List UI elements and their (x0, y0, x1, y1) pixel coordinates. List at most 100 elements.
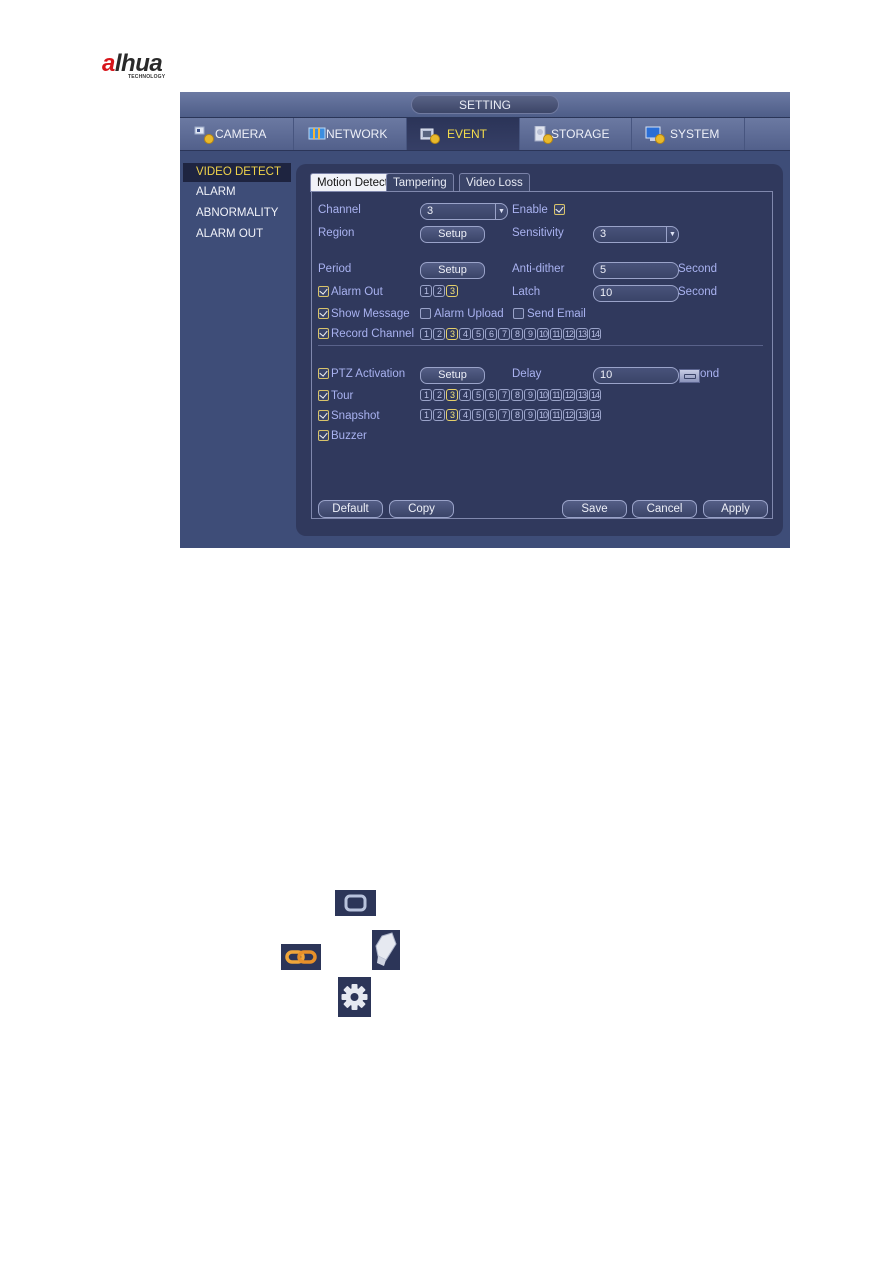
channel-select[interactable]: 3 ▼ (420, 203, 508, 220)
cancel-button[interactable]: Cancel (632, 500, 697, 518)
snapshot-channel-6[interactable]: 6 (485, 409, 497, 421)
subtab-tampering[interactable]: Tampering (386, 173, 454, 191)
subtab-video-loss[interactable]: Video Loss (459, 173, 530, 191)
record-channel-channel-5[interactable]: 5 (472, 328, 484, 340)
tour-channel-10[interactable]: 10 (537, 389, 549, 401)
default-button[interactable]: Default (318, 500, 383, 518)
record-channel-channel-12[interactable]: 12 (563, 328, 575, 340)
alarm-upload-checkbox[interactable] (420, 308, 431, 319)
snapshot-channel-4[interactable]: 4 (459, 409, 471, 421)
alarm-out-channel-1[interactable]: 1 (420, 285, 432, 297)
tour-channel-1[interactable]: 1 (420, 389, 432, 401)
alarm-upload-label: Alarm Upload (434, 308, 504, 320)
snapshot-channel-14[interactable]: 14 (589, 409, 601, 421)
record-channel-channels: 1 2 3 4 5 6 7 8 9 10 11 12 13 14 (420, 328, 601, 340)
snapshot-channel-13[interactable]: 13 (576, 409, 588, 421)
section-divider (318, 345, 763, 346)
ptz-activation-checkbox[interactable] (318, 368, 329, 379)
gear-icon (338, 977, 371, 1017)
buzzer-checkbox[interactable] (318, 430, 329, 441)
event-icon (420, 126, 440, 144)
alarm-out-channel-3[interactable]: 3 (446, 285, 458, 297)
save-button[interactable]: Save (562, 500, 627, 518)
record-channel-channel-1[interactable]: 1 (420, 328, 432, 340)
buzzer-label: Buzzer (331, 430, 367, 442)
snapshot-checkbox[interactable] (318, 410, 329, 421)
apply-button[interactable]: Apply (703, 500, 768, 518)
record-channel-channel-2[interactable]: 2 (433, 328, 445, 340)
tour-channel-7[interactable]: 7 (498, 389, 510, 401)
tab-camera-label: CAMERA (215, 127, 267, 141)
anti-dither-input[interactable]: 5 (593, 262, 679, 279)
logo-tagline: TECHNOLOGY (128, 74, 166, 80)
snapshot-channel-1[interactable]: 1 (420, 409, 432, 421)
send-email-label: Send Email (527, 308, 586, 320)
tour-channel-3[interactable]: 3 (446, 389, 458, 401)
setting-window: SETTING CAMERA NETWORK EVENT STORAGE SYS… (180, 92, 790, 548)
tab-network[interactable]: NETWORK (294, 118, 407, 150)
record-channel-channel-10[interactable]: 10 (537, 328, 549, 340)
alarm-out-checkbox[interactable] (318, 286, 329, 297)
delay-input[interactable]: 10 (593, 367, 679, 384)
tab-camera[interactable]: CAMERA (180, 118, 294, 150)
tab-storage-label: STORAGE (551, 127, 610, 141)
period-setup-button[interactable]: Setup (420, 262, 485, 279)
snapshot-channel-2[interactable]: 2 (433, 409, 445, 421)
tour-channel-4[interactable]: 4 (459, 389, 471, 401)
chevron-down-icon: ▼ (495, 204, 507, 219)
main-tabs: CAMERA NETWORK EVENT STORAGE SYSTEM (180, 118, 790, 151)
enable-checkbox[interactable] (554, 204, 565, 215)
show-message-checkbox[interactable] (318, 308, 329, 319)
delay-value: 10 (600, 369, 613, 381)
region-label: Region (318, 227, 355, 239)
region-setup-button[interactable]: Setup (420, 226, 485, 243)
snapshot-channel-3[interactable]: 3 (446, 409, 458, 421)
tab-system[interactable]: SYSTEM (632, 118, 745, 150)
alarm-out-channel-2[interactable]: 2 (433, 285, 445, 297)
record-channel-checkbox[interactable] (318, 328, 329, 339)
snapshot-channel-8[interactable]: 8 (511, 409, 523, 421)
snapshot-channel-9[interactable]: 9 (524, 409, 536, 421)
snapshot-channel-10[interactable]: 10 (537, 409, 549, 421)
record-channel-channel-6[interactable]: 6 (485, 328, 497, 340)
send-email-checkbox[interactable] (513, 308, 524, 319)
snapshot-channels: 1 2 3 4 5 6 7 8 9 10 11 12 13 14 (420, 409, 601, 421)
tour-channel-5[interactable]: 5 (472, 389, 484, 401)
tour-channel-8[interactable]: 8 (511, 389, 523, 401)
channel-value: 3 (427, 205, 434, 217)
tour-channel-9[interactable]: 9 (524, 389, 536, 401)
record-channel-channel-8[interactable]: 8 (511, 328, 523, 340)
tour-checkbox[interactable] (318, 390, 329, 401)
record-channel-channel-13[interactable]: 13 (576, 328, 588, 340)
tour-channel-6[interactable]: 6 (485, 389, 497, 401)
sensitivity-select[interactable]: 3 ▼ (593, 226, 679, 243)
tour-channel-12[interactable]: 12 (563, 389, 575, 401)
snapshot-channel-12[interactable]: 12 (563, 409, 575, 421)
record-channel-channel-4[interactable]: 4 (459, 328, 471, 340)
record-channel-channel-3[interactable]: 3 (446, 328, 458, 340)
record-channel-channel-14[interactable]: 14 (589, 328, 601, 340)
sidebar-item-alarm-out[interactable]: ALARM OUT (183, 225, 291, 244)
tab-event[interactable]: EVENT (407, 118, 520, 150)
tour-channel-14[interactable]: 14 (589, 389, 601, 401)
snapshot-channel-11[interactable]: 11 (550, 409, 562, 421)
sidebar-item-alarm[interactable]: ALARM (183, 183, 291, 202)
snapshot-channel-7[interactable]: 7 (498, 409, 510, 421)
snapshot-channel-5[interactable]: 5 (472, 409, 484, 421)
sidebar-item-abnormality[interactable]: ABNORMALITY (183, 204, 291, 223)
sidebar-item-video-detect[interactable]: VIDEO DETECT (183, 163, 291, 182)
tour-channel-11[interactable]: 11 (550, 389, 562, 401)
keyboard-icon[interactable] (679, 369, 700, 383)
tab-event-label: EVENT (447, 127, 488, 141)
tour-channel-13[interactable]: 13 (576, 389, 588, 401)
copy-button[interactable]: Copy (389, 500, 454, 518)
tab-storage[interactable]: STORAGE (520, 118, 632, 150)
latch-input[interactable]: 10 (593, 285, 679, 302)
tour-channel-2[interactable]: 2 (433, 389, 445, 401)
record-channel-channel-11[interactable]: 11 (550, 328, 562, 340)
record-channel-channel-9[interactable]: 9 (524, 328, 536, 340)
record-channel-channel-7[interactable]: 7 (498, 328, 510, 340)
subtab-motion-detect[interactable]: Motion Detect (310, 173, 395, 192)
channel-label: Channel (318, 204, 361, 216)
ptz-setup-button[interactable]: Setup (420, 367, 485, 384)
